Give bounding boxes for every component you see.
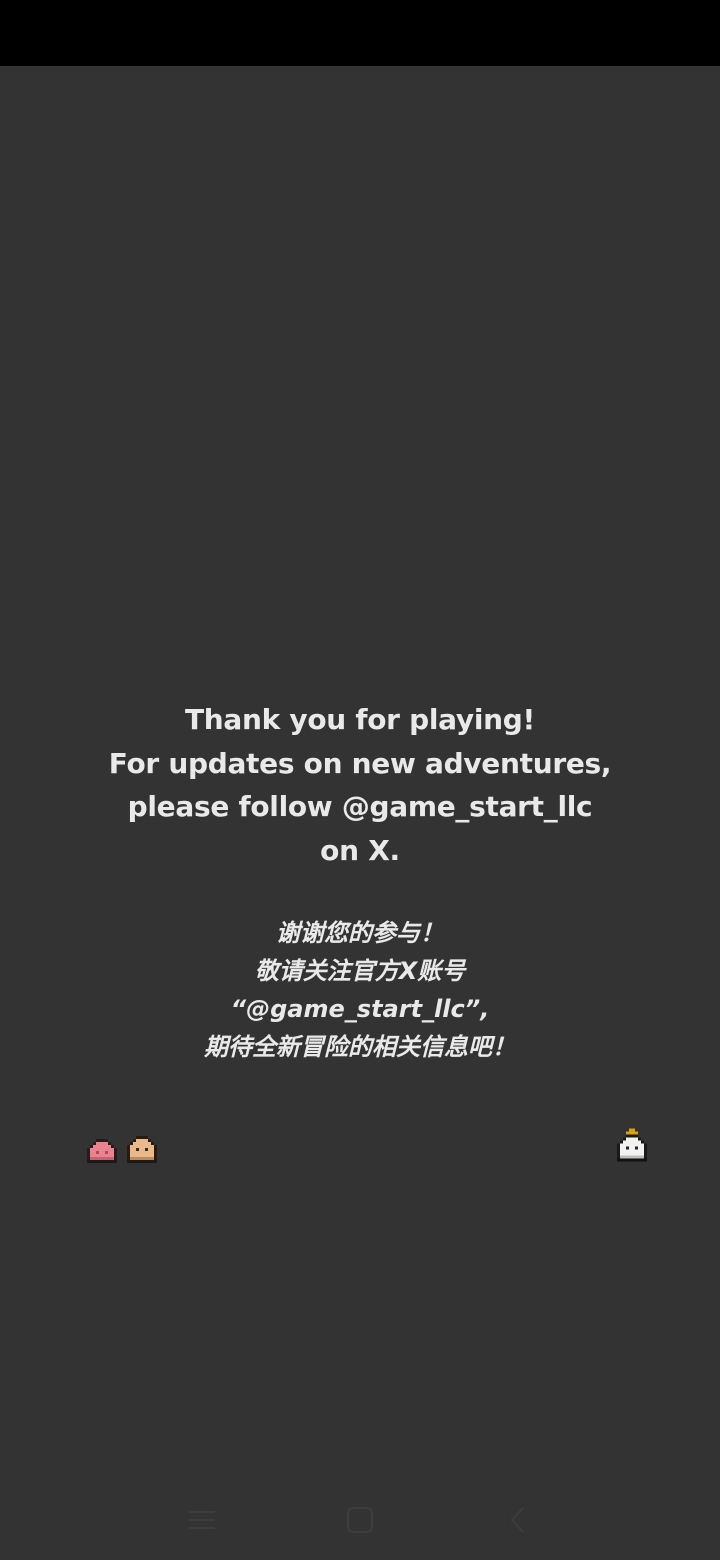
back-icon[interactable]: [498, 1500, 538, 1540]
white-ghost-sprite: [614, 1128, 650, 1164]
menu-icon[interactable]: [182, 1500, 222, 1540]
home-icon[interactable]: [340, 1500, 380, 1540]
status-bar: [0, 0, 720, 66]
message-line: “@game_start_llc”,: [230, 995, 490, 1023]
message-line: 期待全新冒险的相关信息吧！: [204, 1033, 516, 1061]
message-line: Thank you for playing!: [184, 703, 536, 736]
thank-you-message-chinese: 谢谢您的参与！ 敬请关注官方X账号 “@game_start_llc”, 期待全…: [0, 914, 720, 1066]
ending-screen: Thank you for playing! For updates on ne…: [0, 0, 720, 1560]
message-line: on X.: [320, 833, 400, 867]
message-line: 谢谢您的参与！: [276, 919, 444, 947]
tan-character-sprite: [124, 1133, 160, 1169]
pink-slime-sprite: [84, 1133, 120, 1169]
message-line: 敬请关注官方X账号: [254, 957, 466, 985]
message-line: For updates on new adventures,: [108, 746, 612, 780]
navigation-bar: [0, 1480, 720, 1560]
message-line: please follow @game_start_llc: [127, 790, 593, 823]
thank-you-message-english: Thank you for playing! For updates on ne…: [0, 698, 720, 872]
